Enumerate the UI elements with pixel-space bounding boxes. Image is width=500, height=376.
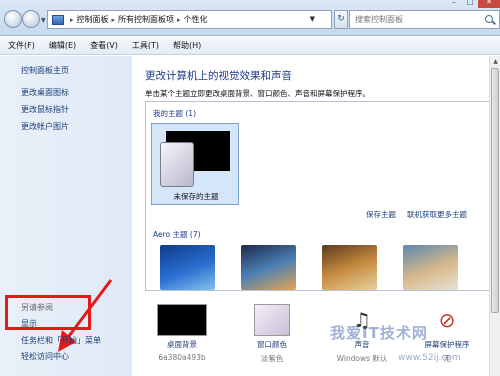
window-color-swatch [254,304,290,336]
search-icon[interactable] [485,15,493,23]
sounds-value: Windows 默认 [336,354,388,363]
screen-saver-icon: ⊘ [438,308,456,332]
main-content: 更改计算机上的视觉效果和声音 单击某个主题立即更改桌面背景、窗口颜色、声音和屏幕… [132,56,500,376]
menu-tools[interactable]: 工具(T) [132,40,159,51]
ease-of-access-link[interactable]: 轻松访问中心 [21,351,69,362]
scroll-up-icon[interactable]: ▲ [491,58,500,67]
aero-theme-windows7[interactable] [160,245,215,290]
menu-bar: 文件(F) 编辑(E) 查看(V) 工具(T) 帮助(H) [0,37,500,55]
taskbar-start-menu-link[interactable]: 任务栏和「开始」菜单 [21,335,101,346]
page-title: 更改计算机上的视觉效果和声音 [145,70,292,82]
close-button[interactable]: ✕ [478,0,500,8]
breadcrumb[interactable]: ▸ 控制面板 ▸ 所有控制面板项 ▸ 个性化 ▼ [47,10,332,29]
window-color-label: 窗口颜色 [257,340,287,349]
unsaved-theme-tile[interactable]: 未保存的主题 [151,123,239,205]
left-nav-pane: 控制面板主页 更改桌面图标 更改鼠标指针 更改帐户图片 另请参阅 显示 任务栏和… [0,56,132,376]
chevron-down-icon[interactable]: ▼ [310,15,315,23]
watermark-text: 我爱IT技术网 [330,324,428,342]
forward-button[interactable] [22,10,40,28]
get-more-themes-link[interactable]: 联机获取更多主题 [407,209,467,220]
desktop-background-setting[interactable]: 桌面背景 6a380a493b [152,304,212,362]
menu-view[interactable]: 查看(V) [90,40,118,51]
control-panel-home-link[interactable]: 控制面板主页 [21,65,69,76]
change-mouse-pointers-link[interactable]: 更改鼠标指针 [21,104,69,115]
menu-help[interactable]: 帮助(H) [173,40,201,51]
page-description: 单击某个主题立即更改桌面背景、窗口颜色、声音和屏幕保护程序。 [145,89,370,98]
window-color-setting[interactable]: 窗口颜色 淡紫色 [242,304,302,364]
highlight-box [5,295,91,330]
menu-file[interactable]: 文件(F) [8,40,35,51]
window-color-value: 淡紫色 [260,354,284,363]
save-theme-link[interactable]: 保存主题 [366,209,396,220]
vertical-scrollbar[interactable]: ▲ [489,56,500,376]
theme-window-preview [160,142,194,187]
refresh-icon: ↻ [337,14,345,24]
search-input[interactable] [350,15,478,24]
desktop-background-label: 桌面背景 [167,340,197,349]
desktop-background-thumbnail [157,304,207,336]
desktop-background-value: 6a380a493b [158,353,206,362]
watermark-url: www.52ij.com [398,353,461,363]
aero-themes-title: Aero 主题 (7) [153,230,201,239]
display-link[interactable]: 显示 [21,318,37,329]
change-desktop-icons-link[interactable]: 更改桌面图标 [21,87,69,98]
unsaved-theme-label: 未保存的主题 [173,192,219,201]
aero-theme-landscapes[interactable] [403,245,458,290]
aero-theme-characters[interactable] [322,245,377,290]
aero-theme-architecture[interactable] [241,245,296,290]
my-themes-title: 我的主题 (1) [153,109,197,118]
search-box[interactable] [349,10,500,29]
breadcrumb-control-panel[interactable]: 控制面板 [77,14,109,25]
menu-edit[interactable]: 编辑(E) [49,40,76,51]
window-controls: – □ ✕ [446,0,500,8]
chevron-right-icon[interactable]: ▸ [70,16,74,24]
scrollbar-thumb[interactable] [491,68,499,313]
breadcrumb-all-items[interactable]: 所有控制面板项 [118,14,174,25]
recent-pages-dropdown-icon[interactable]: ▼ [41,17,46,24]
refresh-button[interactable]: ↻ [334,10,348,29]
maximize-button[interactable]: □ [462,0,478,8]
minimize-button[interactable]: – [446,0,462,8]
back-button[interactable] [4,10,22,28]
address-bar: ▼ ▸ 控制面板 ▸ 所有控制面板项 ▸ 个性化 ▼ ↻ – □ ✕ [0,0,500,36]
chevron-right-icon[interactable]: ▸ [112,16,116,24]
change-account-picture-link[interactable]: 更改帐户图片 [21,121,69,132]
control-panel-icon [52,14,64,25]
chevron-right-icon[interactable]: ▸ [177,16,181,24]
theme-list[interactable]: 我的主题 (1) 未保存的主题 保存主题 联机获取更多主题 Aero 主题 (7… [145,101,492,291]
breadcrumb-personalization[interactable]: 个性化 [184,14,208,25]
